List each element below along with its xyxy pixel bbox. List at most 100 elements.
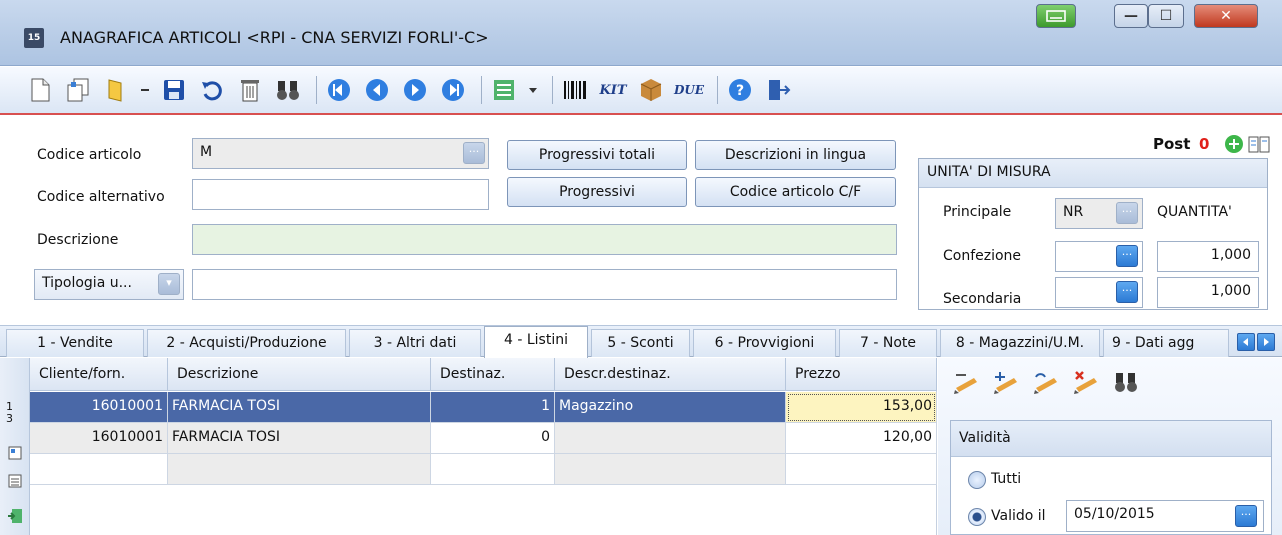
cell-descr-destinaz[interactable] [555, 423, 786, 454]
edit-row-icon[interactable] [953, 370, 983, 400]
codice-articolo-field[interactable]: M [192, 138, 489, 169]
window-titlebar[interactable]: 15 ANAGRAFICA ARTICOLI <RPI - CNA SERVIZ… [0, 0, 1282, 66]
tab-note[interactable]: 7 - Note [839, 329, 937, 357]
tab-dati-aggiuntivi[interactable]: 9 - Dati agg [1103, 329, 1229, 357]
cell-descrizione[interactable]: FARMACIA TOSI [168, 423, 431, 454]
add-post-icon[interactable] [1224, 134, 1244, 158]
radio-tutti[interactable] [968, 471, 986, 489]
column-header-cliente[interactable]: Cliente/forn. [30, 358, 168, 391]
new-row-cell[interactable] [555, 454, 786, 485]
new-row-cell[interactable] [786, 454, 937, 485]
um-confezione-qty[interactable]: 1,000 [1157, 241, 1259, 272]
codice-articolo-value: M [200, 144, 213, 160]
chevron-down-icon[interactable]: ▾ [158, 273, 180, 295]
dropdown-arrow-icon[interactable] [526, 74, 540, 106]
tab-scroll-left-icon[interactable] [1237, 333, 1255, 351]
codice-alternativo-label: Codice alternativo [37, 189, 165, 205]
due-icon[interactable]: DUE [673, 74, 705, 106]
search-row-icon[interactable] [1113, 370, 1141, 398]
tab-scroll-right-icon[interactable] [1257, 333, 1275, 351]
record-icon[interactable] [8, 446, 22, 464]
new-icon[interactable] [24, 74, 56, 106]
tab-vendite[interactable]: 1 - Vendite [6, 329, 144, 357]
maximize-button[interactable]: ☐ [1148, 4, 1184, 28]
cell-prezzo[interactable]: 120,00 [786, 423, 937, 454]
find-icon[interactable] [272, 74, 304, 106]
tab-sconti[interactable]: 5 - Sconti [591, 329, 690, 357]
cell-destinaz[interactable]: 0 [431, 423, 555, 454]
open-icon[interactable] [100, 74, 132, 106]
minimize-button[interactable]: — [1114, 4, 1148, 28]
previous-record-icon[interactable] [361, 74, 393, 106]
tab-altri-dati[interactable]: 3 - Altri dati [349, 329, 481, 357]
radio-tutti-label[interactable]: Tutti [991, 471, 1021, 487]
insert-row-icon[interactable] [993, 370, 1023, 400]
date-picker-button[interactable]: ··· [1235, 505, 1257, 527]
tab-acquisti-produzione[interactable]: 2 - Acquisti/Produzione [147, 329, 346, 357]
um-principale-lookup-button[interactable]: ··· [1116, 202, 1138, 224]
radio-valido-il[interactable] [968, 508, 986, 526]
copy-icon[interactable] [62, 74, 94, 106]
post-label: Post [1153, 135, 1191, 153]
new-row-cell[interactable] [431, 454, 555, 485]
package-icon[interactable] [635, 74, 667, 106]
delete-icon[interactable] [234, 74, 266, 106]
save-icon[interactable] [158, 74, 190, 106]
undo-row-icon[interactable] [1033, 370, 1063, 400]
document-icon[interactable] [8, 474, 22, 492]
cell-prezzo[interactable]: 153,00 [786, 392, 937, 423]
main-toolbar: KIT DUE ? [0, 67, 1282, 115]
last-record-icon[interactable] [437, 74, 469, 106]
um-secondaria-qty[interactable]: 1,000 [1157, 277, 1259, 308]
svg-text:?: ? [736, 83, 744, 99]
tipologia-input[interactable] [192, 269, 897, 300]
toolbar-separator [717, 76, 718, 104]
kit-label: KIT [599, 82, 627, 98]
um-principale-label: Principale [943, 204, 1012, 220]
cell-destinaz[interactable]: 1 [431, 392, 555, 423]
descrizione-input[interactable] [192, 224, 897, 255]
exit-icon[interactable] [762, 74, 794, 106]
um-confezione-lookup-button[interactable]: ··· [1116, 245, 1138, 267]
close-button[interactable]: ✕ [1194, 4, 1258, 28]
cell-descrizione[interactable]: FARMACIA TOSI [168, 392, 431, 423]
help-icon[interactable]: ? [724, 74, 756, 106]
cell-cliente[interactable]: 16010001 [30, 423, 168, 454]
codice-articolo-cf-button[interactable]: Codice articolo C/F [695, 177, 896, 207]
column-header-descr-destinaz[interactable]: Descr.destinaz. [555, 358, 786, 391]
codice-articolo-lookup-button[interactable]: ··· [463, 142, 485, 164]
progressivi-totali-button[interactable]: Progressivi totali [507, 140, 687, 170]
kit-icon[interactable]: KIT [597, 74, 629, 106]
dropdown-arrow-icon[interactable] [138, 74, 152, 106]
tab-strip: 1 - Vendite 2 - Acquisti/Produzione 3 - … [0, 325, 1282, 358]
progressivi-button[interactable]: Progressivi [507, 177, 687, 207]
codice-alternativo-input[interactable] [192, 179, 489, 210]
cell-descr-destinaz[interactable]: Magazzino [555, 392, 786, 423]
toolbar-separator [481, 76, 482, 104]
first-record-icon[interactable] [323, 74, 355, 106]
barcode-icon[interactable] [559, 74, 591, 106]
new-row-cell[interactable] [168, 454, 431, 485]
um-secondaria-lookup-button[interactable]: ··· [1116, 281, 1138, 303]
column-header-descrizione[interactable]: Descrizione [168, 358, 431, 391]
list-view-icon[interactable] [488, 74, 520, 106]
undo-icon[interactable] [196, 74, 228, 106]
um-principale-value: NR [1063, 204, 1084, 220]
radio-valido-il-label[interactable]: Valido il [991, 508, 1046, 524]
minimize-icon: — [1124, 8, 1138, 24]
keyboard-icon[interactable] [1036, 4, 1076, 28]
cell-cliente[interactable]: 16010001 [30, 392, 168, 423]
tab-magazzini-um[interactable]: 8 - Magazzini/U.M. [940, 329, 1100, 357]
export-icon[interactable] [7, 508, 23, 528]
delete-row-icon[interactable] [1073, 370, 1103, 400]
toolbar-separator [552, 76, 553, 104]
validita-group: Validità Tutti Valido il 05/10/2015 ··· [950, 420, 1272, 535]
new-row-cell[interactable] [30, 454, 168, 485]
descrizioni-in-lingua-button[interactable]: Descrizioni in lingua [695, 140, 896, 170]
column-header-prezzo[interactable]: Prezzo [786, 358, 937, 391]
column-header-destinaz[interactable]: Destinaz. [431, 358, 555, 391]
open-book-icon[interactable] [1247, 134, 1271, 158]
tab-provvigioni[interactable]: 6 - Provvigioni [693, 329, 836, 357]
next-record-icon[interactable] [399, 74, 431, 106]
tab-listini[interactable]: 4 - Listini [484, 326, 588, 358]
